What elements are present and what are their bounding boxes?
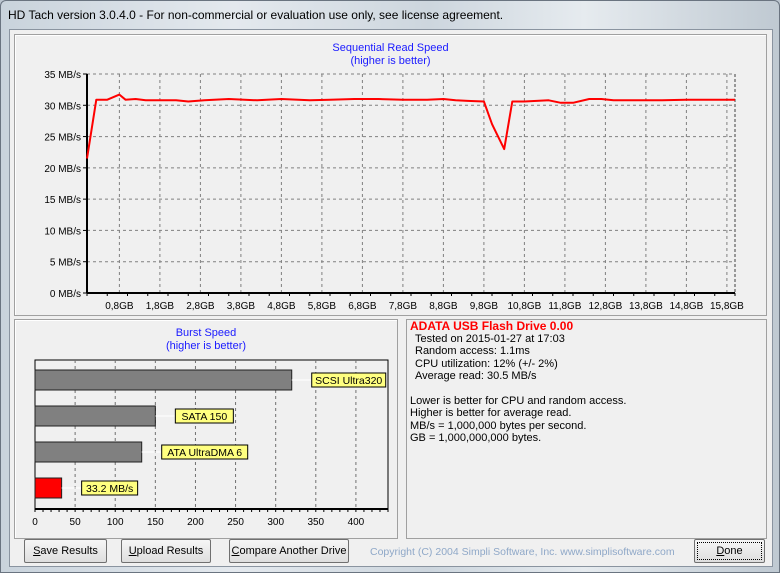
note-line: MB/s = 1,000,000 bytes per second.	[410, 419, 587, 432]
x-tick-label: 2,8GB	[186, 301, 215, 312]
cpu-utilization: CPU utilization: 12% (+/- 2%)	[415, 357, 558, 370]
y-tick-label: 30 MB/s	[44, 101, 81, 112]
results-info-panel: ADATA USB Flash Drive 0.00 Tested on 201…	[406, 319, 767, 539]
note-line: GB = 1,000,000,000 bytes.	[410, 432, 542, 444]
x-tick-label: 7,8GB	[389, 301, 418, 312]
x-tick-label: 6,8GB	[348, 301, 377, 312]
compare-another-drive-button[interactable]: Compare Another Drive	[229, 539, 349, 563]
done-button[interactable]: Done	[694, 539, 765, 563]
x-tick-label: 13,8GB	[629, 301, 663, 312]
burst-speed-panel: Burst Speed (higher is better) 0 50 100 150…	[14, 319, 398, 539]
y-tick-label: 5 MB/s	[50, 258, 81, 269]
compare-mnemonic: C	[231, 545, 240, 557]
done-label: one	[724, 545, 743, 557]
note-line: Higher is better for average read.	[410, 407, 572, 419]
bar-label: 33.2 MB/s	[86, 483, 133, 495]
average-read: Average read: 30.5 MB/s	[415, 370, 537, 382]
x-tick-label: 50	[70, 517, 82, 528]
x-tick-label: 14,8GB	[669, 301, 703, 312]
x-tick-label: 300	[267, 517, 284, 528]
x-tick-label: 12,8GB	[588, 301, 622, 312]
title-bar[interactable]: HD Tach version 3.0.4.0 - For non-commer…	[1, 1, 779, 29]
random-access: Random access: 1.1ms	[415, 345, 530, 357]
x-tick-label: 250	[227, 517, 244, 528]
burst-speed-chart: 0 50 100 150 200 250 300 350 400 SCSI Ultra320 SAT…	[32, 359, 389, 528]
note-line: Lower is better for CPU and random acces…	[410, 394, 627, 407]
burst-bar	[34, 477, 63, 499]
x-tick-label: 3,8GB	[227, 301, 256, 312]
window-title: HD Tach version 3.0.4.0 - For non-commer…	[8, 8, 504, 22]
hd-tach-window: HD Tach version 3.0.4.0 - For non-commer…	[0, 0, 780, 573]
bar-label: SATA 150	[181, 411, 227, 423]
bar-label: ATA UltraDMA 6	[167, 447, 242, 459]
x-tick-label: 100	[107, 517, 124, 528]
x-tick-label: 0,8GB	[105, 301, 134, 312]
x-tick-label: 1,8GB	[146, 301, 175, 312]
y-tick-label: 25 MB/s	[44, 133, 81, 144]
compare-label: ompare Another Drive	[239, 545, 347, 557]
burst-bar	[34, 405, 156, 427]
x-tick-label: 15,8GB	[710, 301, 744, 312]
sequential-read-chart: 0 MB/s 5 MB/s 10 MB/s 15 MB/s 20 MB/s 25 MB/s…	[44, 70, 744, 312]
y-tick-label: 20 MB/s	[44, 164, 81, 175]
sequential-read-panel: Sequential Read Speed (higher is better)…	[14, 34, 767, 316]
x-tick-label: 400	[348, 517, 365, 528]
copyright-text: Copyright (C) 2004 Simpli Software, Inc.…	[370, 546, 675, 558]
x-tick-label: 9,8GB	[470, 301, 499, 312]
upload-label: pload Results	[136, 545, 204, 557]
x-tick-label: 8,8GB	[429, 301, 458, 312]
burst-bar	[34, 441, 143, 463]
y-tick-label: 0 MB/s	[50, 289, 81, 300]
x-tick-label: 4,8GB	[267, 301, 296, 312]
upload-mnemonic: U	[128, 545, 137, 557]
x-tick-label: 350	[307, 517, 324, 528]
done-mnemonic: D	[716, 545, 725, 557]
upload-results-button[interactable]: Upload Results	[121, 539, 211, 563]
bar-label: SCSI Ultra320	[315, 375, 382, 387]
x-tick-label: 10,8GB	[507, 301, 541, 312]
y-tick-label: 35 MB/s	[44, 70, 81, 81]
y-tick-label: 10 MB/s	[44, 226, 81, 237]
save-mnemonic: S	[33, 545, 41, 557]
burst-bar	[34, 369, 293, 391]
save-results-button[interactable]: Save Results	[24, 539, 107, 563]
x-tick-label: 0	[32, 517, 38, 528]
read-speed-line	[86, 93, 735, 159]
y-tick-label: 15 MB/s	[44, 195, 81, 206]
x-tick-label: 5,8GB	[308, 301, 337, 312]
x-tick-label: 11,8GB	[548, 301, 581, 312]
save-label: ave Results	[40, 545, 98, 557]
tested-on: Tested on 2015-01-27 at 17:03	[415, 332, 565, 345]
drive-name: ADATA USB Flash Drive 0.00	[410, 319, 574, 333]
x-tick-label: 200	[187, 517, 204, 528]
x-tick-label: 150	[147, 517, 164, 528]
